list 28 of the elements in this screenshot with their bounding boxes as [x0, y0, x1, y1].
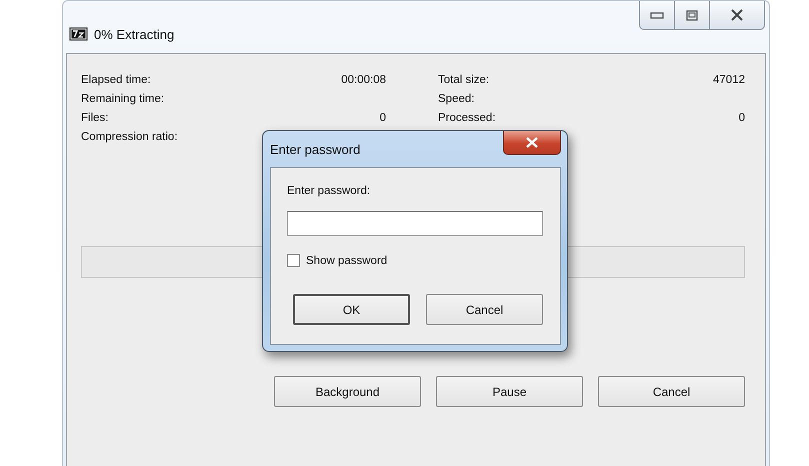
stat-label: Compression ratio:	[81, 130, 178, 142]
password-field[interactable]	[287, 211, 543, 236]
close-button[interactable]	[503, 131, 561, 155]
maximize-icon	[686, 10, 698, 20]
action-button[interactable]: Cancel	[598, 376, 745, 407]
stat-value: 0	[738, 112, 745, 124]
stat-label: Total size:	[438, 74, 490, 86]
stat-label: Speed:	[438, 92, 474, 104]
window-title: 0% Extracting	[94, 27, 174, 42]
minimize-icon	[650, 11, 664, 19]
dialog-button[interactable]: Cancel	[426, 294, 543, 325]
stat-label: Files:	[81, 112, 108, 124]
checkbox[interactable]	[287, 254, 300, 267]
dialog-title: Enter password	[270, 142, 360, 157]
action-button[interactable]: Background	[274, 376, 421, 407]
dialog-button[interactable]: OK	[293, 294, 410, 325]
close-icon	[730, 9, 744, 21]
checkbox-label: Show password	[306, 254, 388, 266]
stat-label: Remaining time:	[81, 92, 164, 104]
close-icon	[525, 137, 539, 148]
stat-label: Elapsed time:	[81, 74, 151, 86]
stat-value: 47012	[713, 74, 745, 86]
prompt-label: Enter password:	[287, 185, 372, 199]
stat-value: 0	[380, 112, 386, 124]
action-button[interactable]: Pause	[436, 376, 583, 407]
stat-label: Processed:	[438, 112, 496, 124]
stat-value: 00:00:08	[341, 74, 386, 86]
app-logo-icon	[69, 27, 88, 41]
